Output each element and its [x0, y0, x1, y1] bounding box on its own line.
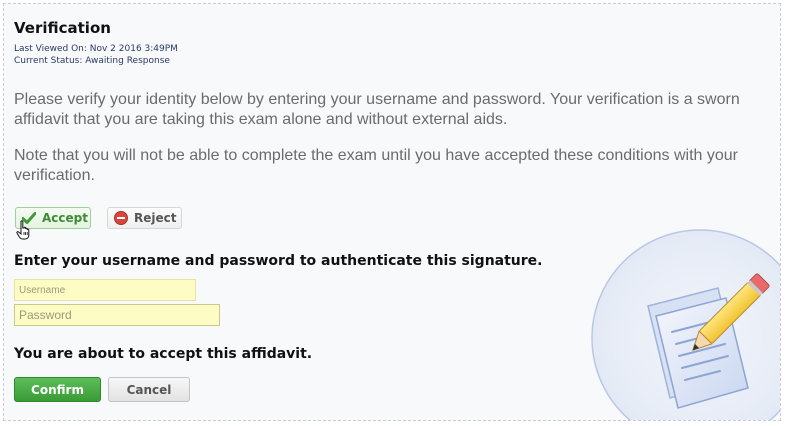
accept-label: Accept — [42, 211, 88, 225]
confirm-label: Confirm — [31, 382, 84, 397]
last-viewed-text: Last Viewed On: Nov 2 2016 3:49PM — [14, 44, 178, 54]
confirm-button[interactable]: Confirm — [14, 377, 101, 402]
verification-panel: Verification Last Viewed On: Nov 2 2016 … — [3, 3, 781, 421]
page-title: Verification — [14, 19, 111, 37]
status-text: Current Status: Awaiting Response — [14, 56, 170, 66]
username-input[interactable] — [14, 279, 196, 301]
reject-button[interactable]: Reject — [107, 207, 182, 229]
password-input[interactable] — [14, 304, 220, 326]
cancel-label: Cancel — [126, 382, 172, 397]
minus-circle-icon — [114, 211, 128, 225]
confirmation-text: You are about to accept this affidavit. — [14, 346, 313, 362]
auth-instruction: Enter your username and password to auth… — [14, 253, 543, 269]
instructions-paragraph: Please verify your identity below by ent… — [14, 91, 740, 128]
note-paragraph: Note that you will not be able to comple… — [14, 147, 738, 184]
hand-pointer-icon — [16, 220, 32, 244]
reject-label: Reject — [134, 211, 177, 225]
cancel-button[interactable]: Cancel — [108, 377, 190, 402]
document-pencil-icon — [590, 228, 780, 420]
